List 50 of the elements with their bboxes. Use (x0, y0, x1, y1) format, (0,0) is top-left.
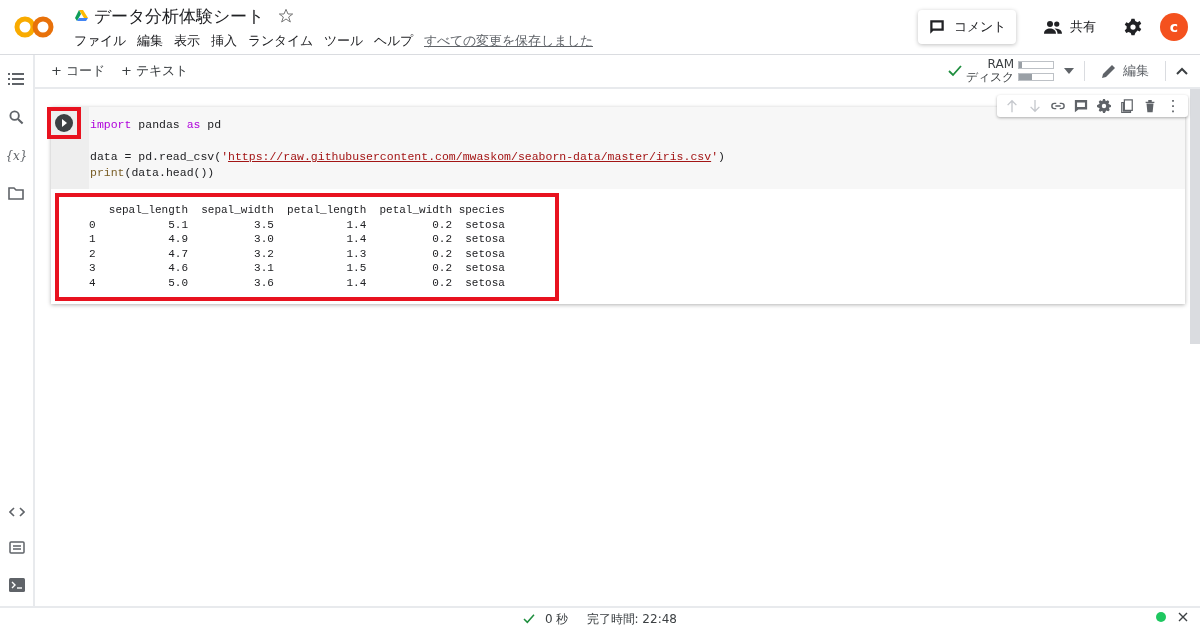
resource-label: RAM (987, 58, 1014, 71)
variables-button[interactable]: {x} (5, 149, 28, 163)
code-line: data = pd.read_csv('https://raw.githubusercontent.com/mwaskom/seaborn-data/master/iris.csv') (90, 150, 725, 163)
edit-button[interactable]: 編集 (1095, 61, 1155, 81)
dropdown-caret-icon[interactable] (1064, 68, 1074, 74)
table-of-contents-icon[interactable] (8, 72, 25, 86)
menu-item[interactable]: ツール (324, 31, 363, 50)
code-line: print(data.head()) (90, 166, 215, 179)
colab-logo-icon[interactable] (14, 15, 54, 39)
drive-icon (74, 10, 88, 22)
output-line: 4 5.0 3.6 1.4 0.2 setosa (89, 275, 505, 291)
run-button[interactable] (54, 113, 74, 133)
output-line: 0 5.1 3.5 1.4 0.2 setosa (89, 217, 505, 233)
resource-monitor[interactable]: RAM ディスク (948, 58, 1054, 84)
close-icon[interactable] (1178, 612, 1188, 622)
execution-duration: 0 秒 (545, 610, 569, 628)
terminal-icon[interactable] (8, 578, 25, 592)
people-icon (1044, 20, 1062, 34)
output-line: 3 4.6 3.1 1.5 0.2 setosa (89, 261, 505, 276)
output-line: sepal_length sepal_width petal_length petal_width species (107, 203, 505, 218)
menu-item[interactable]: 表示 (174, 31, 200, 50)
comment-icon[interactable] (1074, 99, 1088, 113)
comment-button[interactable]: コメント (918, 10, 1016, 44)
scrollbar[interactable] (1190, 89, 1200, 344)
settings-icon[interactable] (1097, 99, 1111, 113)
add-cell-button[interactable]: + テキスト (115, 60, 195, 82)
pencil-icon (1101, 63, 1117, 79)
star-icon[interactable] (278, 8, 294, 24)
completion-time: 完了時間: 22:48 (586, 610, 677, 628)
menu-item[interactable]: 編集 (137, 31, 163, 50)
menu-item[interactable]: ファイル (74, 31, 126, 50)
snippets-icon[interactable] (8, 541, 25, 554)
resource-label: ディスク (966, 71, 1014, 84)
output-line: 1 4.9 3.0 1.4 0.2 setosa (89, 232, 505, 247)
settings-icon[interactable] (1124, 18, 1142, 36)
folder-icon[interactable] (8, 187, 25, 200)
menu-item[interactable]: ランタイム (248, 31, 313, 50)
collapse-icon[interactable] (1176, 67, 1188, 75)
search-icon[interactable] (9, 110, 24, 125)
add-cell-button[interactable]: + コード (45, 60, 112, 82)
mirror-cell-icon[interactable] (1120, 99, 1134, 113)
menu-item[interactable]: 挿入 (211, 31, 237, 50)
save-status-link[interactable]: すべての変更を保存しました (424, 31, 593, 50)
menu-item[interactable]: ヘルプ (374, 31, 413, 50)
code-icon[interactable] (8, 507, 25, 517)
code-line: import pandas as pd (90, 118, 222, 131)
output-line: 2 4.7 3.2 1.3 0.2 setosa (89, 246, 505, 262)
delete-icon[interactable] (1143, 99, 1157, 113)
comment-icon (928, 18, 946, 36)
notebook-title[interactable]: データ分析体験シート (94, 4, 264, 28)
